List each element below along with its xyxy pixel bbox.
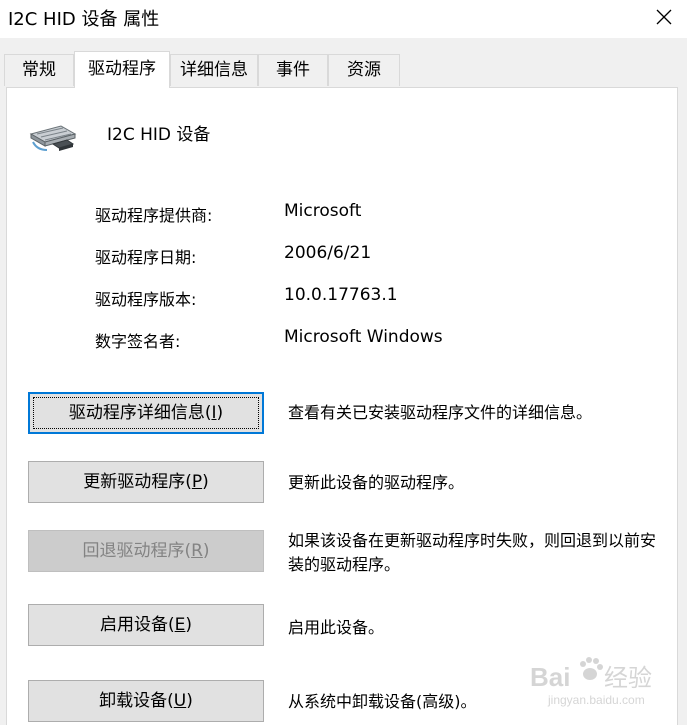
uninstall-device-button[interactable]: 卸载设备(U) — [28, 680, 264, 722]
version-label: 驱动程序版本: — [95, 290, 197, 309]
uninstall-device-suffix: ) — [186, 691, 193, 711]
date-value: 2006/6/21 — [284, 243, 372, 263]
title-bar: I2C HID 设备 属性 — [0, 0, 687, 38]
tab-driver[interactable]: 驱动程序 — [74, 51, 170, 88]
tab-resources[interactable]: 资源 — [328, 54, 400, 86]
uninstall-device-mnemonic: U — [173, 691, 187, 711]
provider-label: 驱动程序提供商: — [95, 206, 213, 225]
tab-general[interactable]: 常规 — [4, 54, 74, 86]
update-driver-button[interactable]: 更新驱动程序(P) — [28, 461, 264, 503]
enable-device-label: 启用设备( — [99, 615, 175, 635]
watermark-brand-2: 经验 — [604, 664, 652, 692]
update-driver-mnemonic: P — [191, 472, 203, 492]
close-button[interactable] — [641, 0, 687, 34]
signer-value: Microsoft Windows — [284, 327, 443, 347]
version-value: 10.0.17763.1 — [284, 285, 398, 305]
watermark-site: jingyan.baidu.com — [547, 693, 645, 707]
rollback-driver-description: 如果该设备在更新驱动程序时失败，则回退到以前安装的驱动程序。 — [288, 531, 657, 574]
rollback-driver-mnemonic: R — [191, 541, 203, 561]
enable-device-description: 启用此设备。 — [288, 618, 385, 637]
close-icon — [656, 9, 672, 25]
signer-label: 数字签名者: — [95, 332, 181, 351]
driver-tab-panel: I2C HID 设备 驱动程序提供商: Microsoft 驱动程序日期: 20… — [6, 87, 678, 725]
enable-device-suffix: ) — [185, 615, 193, 635]
baidu-watermark: Bai 经验 jingyan.baidu.com — [530, 657, 652, 707]
tab-events[interactable]: 事件 — [258, 54, 328, 86]
tab-details[interactable]: 详细信息 — [170, 54, 258, 86]
hid-device-icon — [29, 125, 77, 151]
driver-details-button[interactable]: 驱动程序详细信息(I) — [28, 392, 264, 434]
update-driver-label: 更新驱动程序( — [83, 472, 192, 492]
provider-value: Microsoft — [284, 201, 362, 221]
tab-strip: 常规 驱动程序 详细信息 事件 资源 — [0, 38, 687, 88]
watermark-brand: Bai — [530, 662, 570, 692]
rollback-driver-suffix: ) — [202, 541, 210, 561]
date-label: 驱动程序日期: — [95, 248, 197, 267]
uninstall-device-label: 卸载设备( — [99, 691, 174, 711]
enable-device-mnemonic: E — [174, 615, 186, 635]
rollback-driver-label: 回退驱动程序( — [82, 541, 192, 561]
rollback-driver-button: 回退驱动程序(R) — [28, 530, 264, 572]
enable-device-button[interactable]: 启用设备(E) — [28, 604, 264, 646]
window-title: I2C HID 设备 属性 — [8, 9, 160, 30]
update-driver-suffix: ) — [202, 472, 209, 492]
driver-details-description: 查看有关已安装驱动程序文件的详细信息。 — [288, 403, 593, 422]
update-driver-description: 更新此设备的驱动程序。 — [288, 473, 465, 492]
properties-dialog: I2C HID 设备 属性 常规 驱动程序 详细信息 事件 资源 I2C HID… — [0, 0, 687, 725]
focus-ring — [33, 397, 259, 429]
device-name: I2C HID 设备 — [107, 125, 211, 145]
paw-icon — [580, 657, 603, 680]
